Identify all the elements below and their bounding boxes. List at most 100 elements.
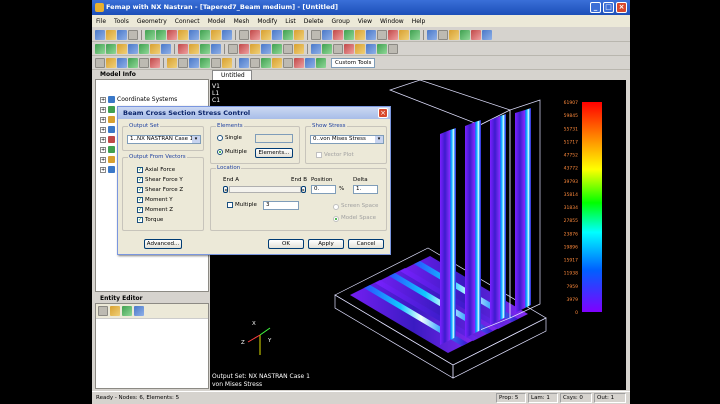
animate-icon[interactable]: [355, 43, 365, 54]
top-view-icon[interactable]: [449, 29, 459, 40]
menu-geometry[interactable]: Geometry: [137, 18, 167, 25]
zoom-icon[interactable]: [211, 29, 221, 40]
tree-row-8[interactable]: +: [100, 166, 115, 173]
view-style-icon[interactable]: [189, 57, 199, 68]
mesh-icon[interactable]: [178, 43, 188, 54]
vector-shear-force-y[interactable]: ✓ Shear Force Y: [137, 177, 183, 183]
expand-icon[interactable]: +: [100, 136, 106, 143]
minimize-button[interactable]: _: [590, 2, 601, 13]
stream-icon[interactable]: [366, 43, 376, 54]
slider-left-icon[interactable]: ◂: [223, 186, 228, 193]
layer-icon[interactable]: [355, 29, 365, 40]
expand-icon[interactable]: +: [100, 116, 106, 123]
entity-select-icon[interactable]: [110, 306, 120, 316]
checkbox-icon[interactable]: ✓: [137, 207, 143, 213]
radio-icon[interactable]: [217, 149, 223, 155]
radio-icon[interactable]: [333, 203, 339, 210]
rotate-icon[interactable]: [200, 29, 210, 40]
script-icon[interactable]: [316, 57, 326, 68]
solid-icon[interactable]: [161, 43, 171, 54]
shade-icon[interactable]: [410, 29, 420, 40]
expand-icon[interactable]: +: [100, 106, 106, 113]
expand-icon[interactable]: +: [100, 126, 106, 133]
contour-style-icon[interactable]: [200, 57, 210, 68]
freebody-icon[interactable]: [377, 43, 387, 54]
section-cut-icon[interactable]: [388, 43, 398, 54]
menu-mesh[interactable]: Mesh: [234, 18, 250, 25]
vector-shear-force-z[interactable]: ✓ Shear Force Z: [137, 187, 183, 193]
tree-row-3[interactable]: +: [100, 116, 115, 123]
model-space-radio[interactable]: Model Space: [333, 215, 376, 222]
post-toolbox-icon[interactable]: [167, 57, 177, 68]
element-icon[interactable]: [333, 29, 343, 40]
wireframe-icon[interactable]: [377, 29, 387, 40]
messages-icon[interactable]: [139, 57, 149, 68]
analysis-icon[interactable]: [261, 29, 271, 40]
material-icon[interactable]: [250, 43, 260, 54]
checkbox-icon[interactable]: ✓: [137, 177, 143, 183]
vector-moment-y[interactable]: ✓ Moment Y: [137, 197, 173, 203]
stop-icon[interactable]: [250, 29, 260, 40]
custom-tools-menu[interactable]: Custom Tools: [331, 57, 376, 68]
postprocess-icon[interactable]: [272, 29, 282, 40]
checkbox-icon[interactable]: [316, 152, 322, 158]
mesh-surface-icon[interactable]: [211, 43, 221, 54]
check-icon[interactable]: [294, 43, 304, 54]
radio-icon[interactable]: [333, 215, 339, 222]
entity-options-icon[interactable]: [134, 306, 144, 316]
visibility-icon[interactable]: [261, 57, 271, 68]
checkbox-icon[interactable]: ✓: [137, 217, 143, 223]
tree-row-6[interactable]: +: [100, 146, 115, 153]
reset-icon[interactable]: [272, 57, 282, 68]
pointer-icon[interactable]: [311, 29, 321, 40]
tree-row-7[interactable]: +: [100, 156, 115, 163]
new-icon[interactable]: [95, 29, 105, 40]
api-icon[interactable]: [128, 57, 138, 68]
data-table-icon[interactable]: [117, 57, 127, 68]
advanced-button[interactable]: Advanced...: [144, 239, 182, 249]
checkbox-icon[interactable]: ✓: [137, 197, 143, 203]
node-icon[interactable]: [322, 29, 332, 40]
contour-icon[interactable]: [294, 29, 304, 40]
solver-icon[interactable]: [294, 57, 304, 68]
tree-row-2[interactable]: +: [100, 106, 115, 113]
cancel-button[interactable]: Cancel: [348, 239, 384, 249]
deform-style-icon[interactable]: [211, 57, 221, 68]
expand-icon[interactable]: +: [100, 146, 106, 153]
run-icon[interactable]: [305, 57, 315, 68]
checkbox-icon[interactable]: ✓: [137, 187, 143, 193]
position-field[interactable]: 0.: [311, 185, 336, 194]
deform-icon[interactable]: [283, 29, 293, 40]
property-icon[interactable]: [261, 43, 271, 54]
checkbox-icon[interactable]: ✓: [137, 167, 143, 173]
menu-view[interactable]: View: [358, 18, 372, 25]
render-icon[interactable]: [366, 29, 376, 40]
dialog-close-button[interactable]: ×: [378, 108, 388, 118]
menu-modify[interactable]: Modify: [257, 18, 277, 25]
open-icon[interactable]: [106, 29, 116, 40]
menu-tools[interactable]: Tools: [114, 18, 129, 25]
multiple-count-field[interactable]: 3: [263, 201, 299, 210]
surface-icon[interactable]: [150, 43, 160, 54]
entity-editor-panel[interactable]: [95, 303, 209, 389]
mesh-size-icon[interactable]: [189, 43, 199, 54]
menu-group[interactable]: Group: [331, 18, 349, 25]
view-options-icon[interactable]: [189, 29, 199, 40]
ok-button[interactable]: OK: [268, 239, 304, 249]
spline-icon[interactable]: [139, 43, 149, 54]
view-select-icon[interactable]: [178, 29, 188, 40]
tree-row-4[interactable]: +: [100, 126, 115, 133]
line-icon[interactable]: [106, 43, 116, 54]
undo-icon[interactable]: [145, 29, 155, 40]
tree-row-coordinate-systems[interactable]: + Coordinate Systems: [100, 96, 177, 103]
apply-button[interactable]: Apply: [308, 239, 344, 249]
vector-axial-force[interactable]: ✓ Axial Force: [137, 167, 175, 173]
position-slider[interactable]: [229, 186, 301, 193]
select-icon[interactable]: [272, 43, 282, 54]
print-icon[interactable]: [128, 29, 138, 40]
pan-icon[interactable]: [222, 29, 232, 40]
multiple-radio[interactable]: Multiple: [217, 149, 247, 155]
measure-icon[interactable]: [283, 43, 293, 54]
vector-moment-z[interactable]: ✓ Moment Z: [137, 207, 173, 213]
tree-icon[interactable]: [283, 57, 293, 68]
